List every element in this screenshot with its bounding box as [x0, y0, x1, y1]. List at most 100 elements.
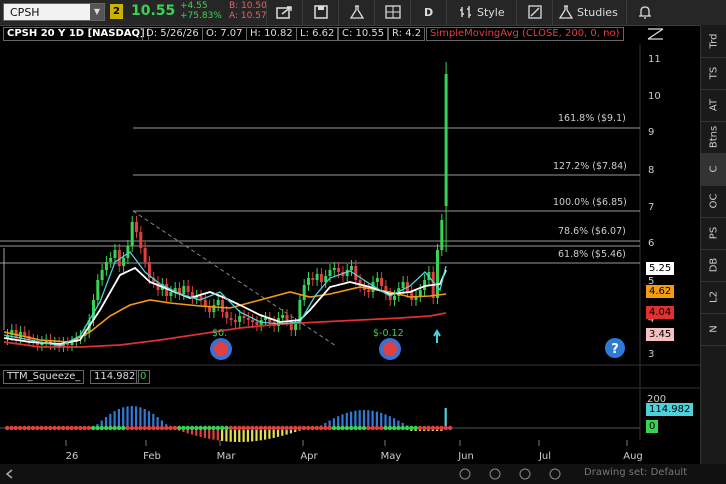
- header-low: L: 6.62: [296, 27, 339, 41]
- zoom-controls[interactable]: [455, 467, 565, 481]
- layout-button[interactable]: [374, 0, 410, 25]
- squeeze-dot: [95, 425, 100, 431]
- header-open: O: 7.07: [202, 27, 247, 41]
- scan-button[interactable]: [338, 0, 374, 25]
- side-tab-db[interactable]: DB: [701, 249, 726, 282]
- squeeze-dot: [349, 425, 354, 431]
- drawing-set-label[interactable]: Drawing set: Default: [584, 467, 687, 478]
- zoom-out-icon[interactable]: [459, 468, 471, 480]
- save-button[interactable]: [302, 0, 338, 25]
- drawing-tools-icon: [528, 5, 542, 19]
- squeeze-dot: [116, 425, 122, 431]
- squeeze-dot: [73, 425, 79, 431]
- change-block: +4.55 +75.83%: [180, 1, 222, 21]
- pan-icon[interactable]: [519, 468, 531, 480]
- squeeze-bar: [444, 408, 447, 428]
- squeeze-dot: [138, 425, 143, 431]
- squeeze-dot: [26, 425, 31, 431]
- side-tab-at[interactable]: AT: [701, 89, 726, 122]
- squeeze-dot: [146, 425, 152, 431]
- squeeze-study-label[interactable]: TTM_Squeeze_: [3, 370, 85, 384]
- style-button[interactable]: Style: [446, 0, 516, 25]
- squeeze-dot: [417, 425, 423, 431]
- side-tab-ps[interactable]: PS: [701, 217, 726, 250]
- squeeze-dot: [280, 425, 285, 431]
- link-group-badge[interactable]: 2: [110, 4, 123, 19]
- squeeze-bar: [122, 407, 125, 428]
- last-price: 10.55: [131, 3, 176, 19]
- squeeze-dot: [164, 425, 169, 431]
- side-tab-label: PS: [708, 226, 720, 240]
- net-change: +4.55: [180, 1, 208, 11]
- candle-body: [285, 315, 289, 320]
- trend-line[interactable]: [132, 210, 337, 347]
- side-tab-l2[interactable]: L2: [701, 281, 726, 314]
- share-button[interactable]: [266, 0, 302, 25]
- side-tab-oc[interactable]: OC: [701, 185, 726, 218]
- drawing-icon[interactable]: [549, 468, 561, 480]
- candle-body: [203, 300, 207, 306]
- symbol-input[interactable]: CPSH ▼: [3, 3, 105, 21]
- squeeze-dot: [314, 425, 319, 431]
- squeeze-dot: [400, 425, 405, 431]
- squeeze-dot: [430, 425, 436, 431]
- squeeze-bar: [350, 411, 353, 428]
- squeeze-dots: [5, 425, 453, 431]
- candle-body: [354, 266, 358, 280]
- chart-title[interactable]: CPSH 20 Y 1D [NASDAQ]: [3, 27, 149, 41]
- squeeze-dot: [181, 425, 186, 431]
- squeeze-dot: [409, 425, 414, 431]
- study-label-sma200[interactable]: SimpleMovingAvg (CLOSE, 200, 0, no): [426, 27, 624, 41]
- squeeze-dot: [159, 425, 165, 431]
- squeeze-dot: [271, 425, 276, 431]
- squeeze-dot: [245, 425, 251, 431]
- side-tab-trd[interactable]: Trd: [701, 25, 726, 58]
- squeeze-dot: [323, 425, 328, 431]
- squeeze-dot: [86, 425, 92, 431]
- candle-body: [311, 278, 315, 280]
- squeeze-dot: [435, 425, 440, 431]
- alerts-button[interactable]: [626, 0, 662, 25]
- squeeze-dot: [52, 425, 57, 431]
- layout-icon: [385, 5, 401, 19]
- squeeze-dot: [293, 425, 298, 431]
- side-tab-c[interactable]: C: [701, 153, 726, 186]
- squeeze-dot: [327, 425, 332, 431]
- expand-icon[interactable]: [646, 27, 666, 41]
- squeeze-dot: [22, 425, 27, 431]
- studies-label: Studies: [577, 6, 618, 19]
- scroll-left-icon[interactable]: [4, 468, 16, 480]
- side-tab-n[interactable]: N: [701, 313, 726, 346]
- candle-body: [104, 262, 108, 270]
- side-tab-btns[interactable]: Btns: [701, 121, 726, 154]
- time-tick-label: Jul: [538, 451, 551, 462]
- squeeze-value-tag: 114.982: [646, 403, 694, 416]
- drawings-button[interactable]: [516, 0, 552, 25]
- squeeze-bar: [139, 407, 142, 428]
- squeeze-dot: [370, 425, 375, 431]
- squeeze-dot: [91, 425, 96, 431]
- studies-button[interactable]: Studies: [552, 0, 626, 25]
- squeeze-dot: [228, 425, 233, 431]
- period-button[interactable]: D: [410, 0, 446, 25]
- time-axis[interactable]: 26 Feb Mar Apr May Jun Jul Aug: [65, 440, 643, 462]
- squeeze-dot: [224, 425, 229, 431]
- side-tab-ts[interactable]: TS: [701, 57, 726, 90]
- candle-body: [401, 282, 405, 288]
- chevron-down-icon[interactable]: ▼: [90, 4, 104, 20]
- side-tab-label: Btns: [708, 125, 720, 149]
- candle-body: [367, 290, 371, 292]
- zoom-in-icon[interactable]: [489, 468, 501, 480]
- price-tick-label: 9: [648, 127, 654, 138]
- price-chart[interactable]: 161.8% ($9.1) 127.2% ($7.84) 100.0% ($6.…: [0, 44, 700, 464]
- symbol-text: CPSH: [10, 6, 40, 19]
- squeeze-dot: [340, 425, 345, 431]
- squeeze-dot: [60, 425, 66, 431]
- candle-body: [169, 292, 173, 296]
- squeeze-dot: [413, 425, 418, 431]
- squeeze-dot: [121, 425, 126, 431]
- price-tick-label: 6: [648, 238, 654, 249]
- save-icon: [314, 5, 328, 19]
- fib-label-78: 78.6% ($6.07): [558, 226, 626, 237]
- squeeze-dot: [366, 425, 371, 431]
